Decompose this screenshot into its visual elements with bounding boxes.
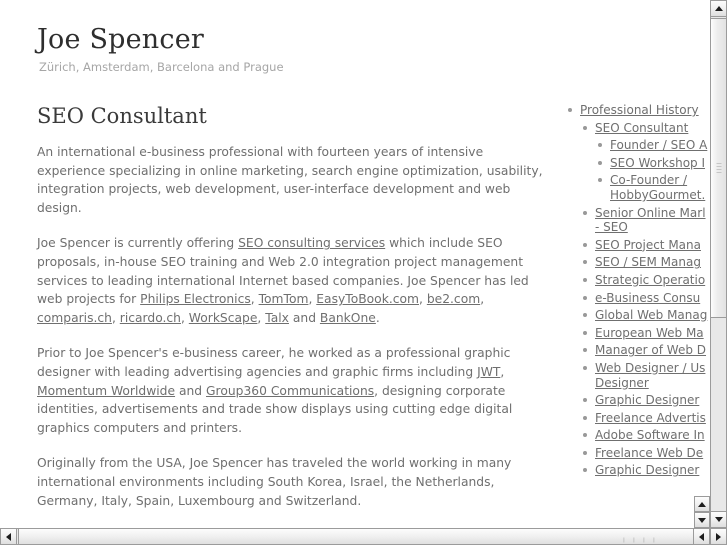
nav-link-european-web-ma[interactable]: European Web Ma — [595, 326, 704, 340]
nav-link-seo-sem-manag[interactable]: SEO / SEM Manag — [595, 255, 701, 269]
nav-list-level2: SEO Consultant Founder / SEO A SEO Worksho… — [580, 121, 710, 478]
sidebar-scroll-down-button[interactable] — [694, 512, 710, 528]
triangle-down-icon — [714, 517, 723, 522]
page-canvas: Joe Spencer Zürich, Amsterdam, Barcelona… — [0, 0, 710, 528]
inline-link[interactable]: comparis.ch — [37, 311, 112, 325]
inline-link[interactable]: EasyToBook.com — [316, 292, 419, 306]
nav-item-seo-project-mana[interactable]: SEO Project Mana — [580, 238, 710, 253]
nav-item-freelance-advertis[interactable]: Freelance Advertis — [580, 411, 710, 426]
nav-link-web-designer-us-designer[interactable]: Web Designer / Us Designer — [595, 361, 705, 390]
nav-link-freelance-web-de[interactable]: Freelance Web De — [595, 446, 703, 460]
inline-link[interactable]: WorkScape — [189, 311, 258, 325]
inline-link[interactable]: be2.com — [427, 292, 480, 306]
page-scroll-right-button[interactable] — [710, 528, 727, 545]
scrollbar-grip-icon — [621, 527, 656, 546]
nav-link-strategic-operatio[interactable]: Strategic Operatio — [595, 273, 705, 287]
inline-link[interactable]: BankOne — [320, 311, 376, 325]
paragraph-graphic: Prior to Joe Spencer's e-business career… — [37, 346, 513, 435]
nav-link-freelance-advertis[interactable]: Freelance Advertis — [595, 411, 706, 425]
page-title: SEO Consultant — [37, 104, 207, 128]
triangle-up-icon — [698, 501, 706, 507]
scrollbar-grip-icon — [716, 161, 721, 175]
triangle-right-icon — [716, 532, 721, 541]
inline-link[interactable]: ricardo.ch — [120, 311, 181, 325]
nav-link-global-web-manag[interactable]: Global Web Manag — [595, 308, 707, 322]
inline-link[interactable]: Talx — [265, 311, 289, 325]
nav-link-e-business-consu[interactable]: e-Business Consu — [595, 291, 700, 305]
inline-link[interactable]: SEO consulting services — [238, 236, 385, 250]
nav-list-level3: Founder / SEO A SEO Workshop I Co-Founder … — [595, 138, 710, 202]
nav-item-web-designer-us-designer[interactable]: Web Designer / Us Designer — [580, 361, 710, 390]
horizontal-scrollbar-thumb[interactable] — [18, 528, 727, 545]
sidebar-scrollbar-vertical[interactable] — [694, 496, 710, 528]
inline-link[interactable]: TomTom — [259, 292, 309, 306]
nav-item-seo-consultant[interactable]: SEO Consultant Founder / SEO A SEO Worksho… — [580, 121, 710, 203]
nav-item-graphic-designer[interactable]: Graphic Designer — [580, 463, 710, 478]
page-scroll-down-button[interactable] — [710, 511, 727, 528]
nav-link-senior-online-marl-seo[interactable]: Senior Online Marl - SEO — [595, 206, 706, 235]
nav-item-senior-online-marl-seo[interactable]: Senior Online Marl - SEO — [580, 206, 710, 235]
nav-item-founder-seo-a[interactable]: Founder / SEO A — [595, 138, 710, 153]
inline-link[interactable]: Momentum Worldwide — [37, 384, 175, 398]
nav-link-seo-workshop-i[interactable]: SEO Workshop I — [610, 156, 705, 170]
nav-list-root: Professional History SEO Consultant Found… — [565, 103, 710, 478]
page-scroll-up-button[interactable] — [710, 0, 727, 17]
triangle-left-icon — [699, 532, 704, 541]
nav-link-adobe-software-in[interactable]: Adobe Software In — [595, 428, 705, 442]
nav-item-european-web-ma[interactable]: European Web Ma — [580, 326, 710, 341]
nav-link-graphic-designer[interactable]: Graphic Designer — [595, 393, 699, 407]
paragraph-intro: An international e-business professional… — [37, 145, 543, 215]
nav-item-seo-sem-manag[interactable]: SEO / SEM Manag — [580, 255, 710, 270]
nav-item-co-founder-hobbygourmet[interactable]: Co-Founder / HobbyGourmet. — [595, 173, 710, 202]
page-header: Joe Spencer Zürich, Amsterdam, Barcelona… — [37, 24, 557, 75]
sidebar-navigation[interactable]: Professional History SEO Consultant Found… — [565, 103, 710, 528]
nav-link-seo-consultant[interactable]: SEO Consultant — [595, 121, 688, 135]
nav-item-manager-of-web-d[interactable]: Manager of Web D — [580, 343, 710, 358]
paragraph-services: Joe Spencer is currently offering SEO co… — [37, 236, 529, 325]
nav-link-manager-of-web-d[interactable]: Manager of Web D — [595, 343, 706, 357]
nav-item-seo-workshop-i[interactable]: SEO Workshop I — [595, 156, 710, 171]
vertical-scrollbar-thumb[interactable] — [710, 18, 727, 318]
nav-item-professional-history[interactable]: Professional History SEO Consultant Found… — [565, 103, 710, 478]
nav-item-global-web-manag[interactable]: Global Web Manag — [580, 308, 710, 323]
triangle-up-icon — [714, 6, 723, 11]
page-scrollbar-horizontal[interactable] — [0, 528, 727, 545]
inline-link[interactable]: Group360 Communications — [206, 384, 374, 398]
triangle-down-icon — [698, 517, 706, 523]
sidebar-scroll-up-button[interactable] — [694, 496, 710, 512]
triangle-left-icon — [6, 532, 11, 541]
page-scroll-left-button-secondary[interactable] — [693, 528, 710, 545]
site-title: Joe Spencer — [37, 24, 204, 55]
site-tagline: Zürich, Amsterdam, Barcelona and Prague — [39, 60, 284, 74]
nav-item-graphic-designer[interactable]: Graphic Designer — [580, 393, 710, 408]
paragraph-travel: Originally from the USA, Joe Spencer has… — [37, 456, 512, 508]
page-scrollbar-vertical[interactable] — [710, 0, 727, 528]
nav-link-professional-history[interactable]: Professional History — [580, 103, 699, 117]
page-scroll-left-button[interactable] — [0, 528, 17, 545]
nav-link-founder-seo-a[interactable]: Founder / SEO A — [610, 138, 707, 152]
inline-link[interactable]: JWT — [477, 365, 500, 379]
nav-link-co-founder-hobbygourmet[interactable]: Co-Founder / HobbyGourmet. — [610, 173, 705, 202]
main-content: SEO Consultant An international e-busine… — [37, 103, 552, 528]
nav-item-strategic-operatio[interactable]: Strategic Operatio — [580, 273, 710, 288]
nav-link-seo-project-mana[interactable]: SEO Project Mana — [595, 238, 701, 252]
nav-item-freelance-web-de[interactable]: Freelance Web De — [580, 446, 710, 461]
browser-viewport: Joe Spencer Zürich, Amsterdam, Barcelona… — [0, 0, 727, 545]
nav-item-adobe-software-in[interactable]: Adobe Software In — [580, 428, 710, 443]
nav-item-e-business-consu[interactable]: e-Business Consu — [580, 291, 710, 306]
inline-link[interactable]: Philips Electronics — [140, 292, 251, 306]
nav-link-graphic-designer[interactable]: Graphic Designer — [595, 463, 699, 477]
